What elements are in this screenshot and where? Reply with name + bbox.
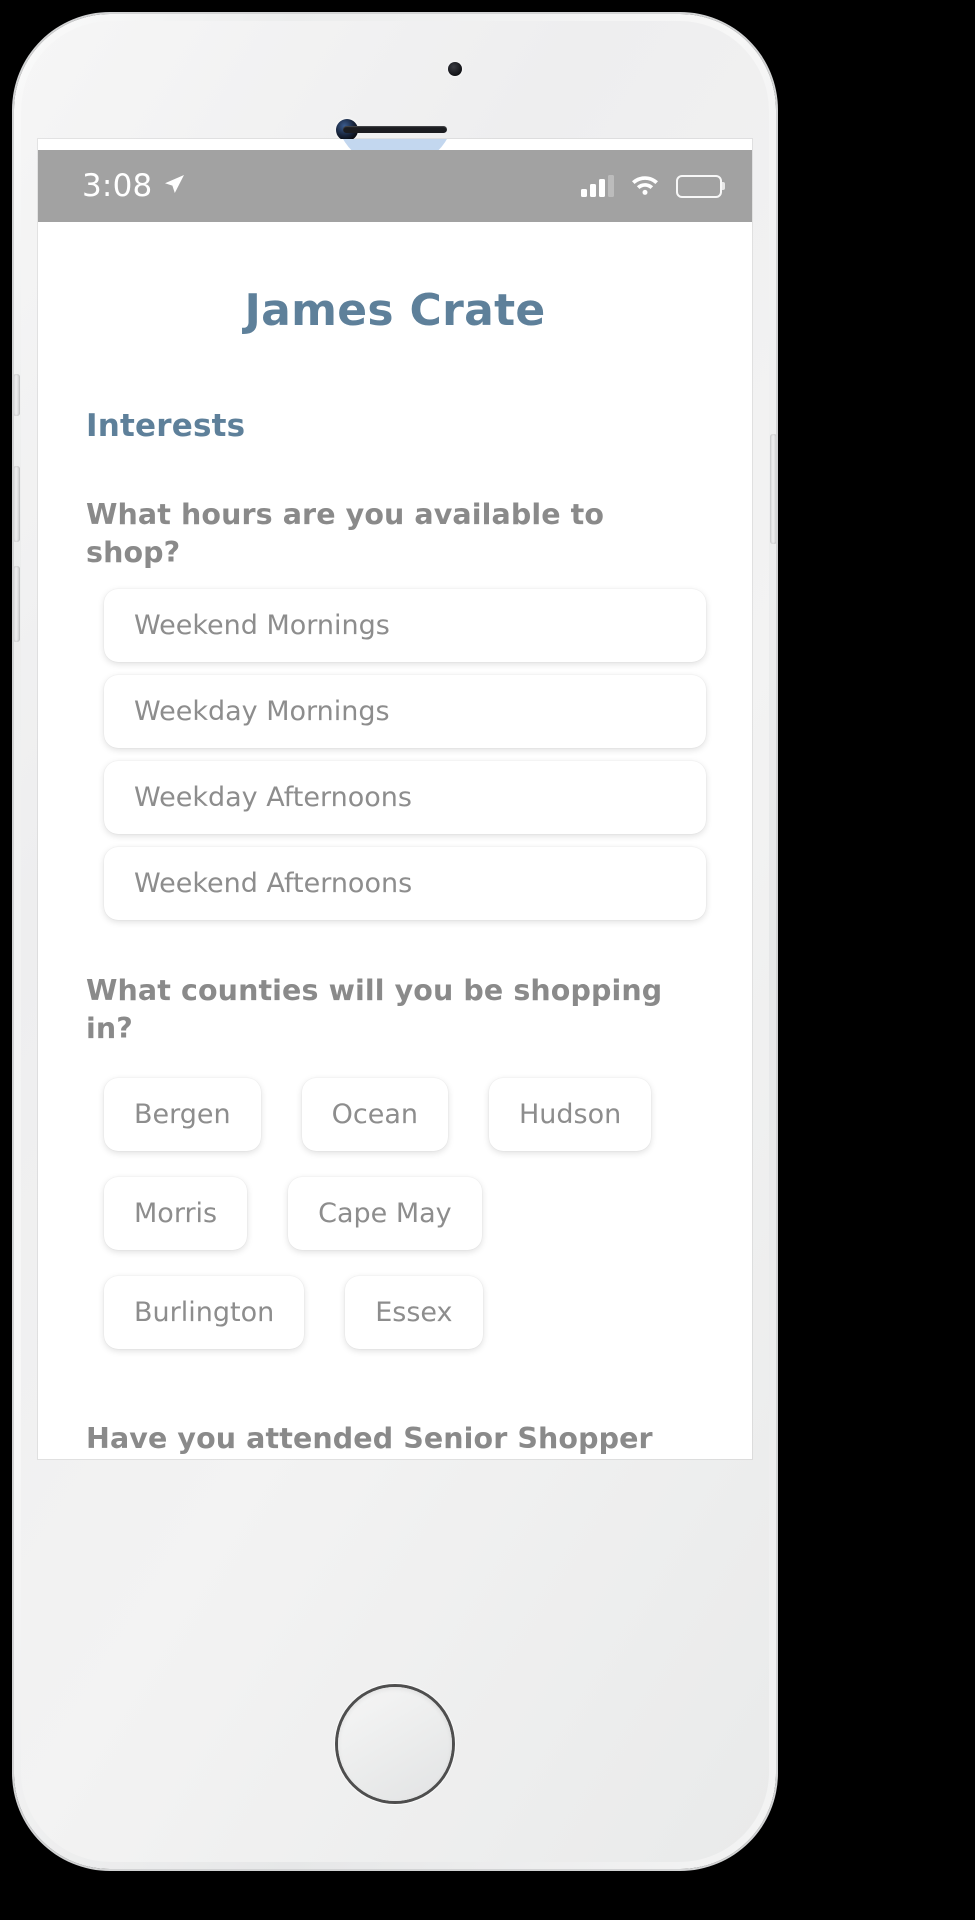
status-bar-right — [581, 173, 725, 199]
status-bar: 3:08 — [38, 150, 752, 222]
battery-full-icon — [676, 174, 725, 198]
location-arrow-icon — [162, 168, 186, 204]
option-chip-list-hours: Weekend Mornings Weekday Mornings Weekda… — [84, 588, 706, 920]
app-content-scroll-area[interactable]: James Crate Interests What hours are you… — [38, 222, 752, 1459]
home-button[interactable] — [338, 1687, 452, 1801]
option-chip-list-counties: Bergen Ocean Hudson Morris Cape May Burl… — [84, 1065, 706, 1362]
option-chip[interactable]: Essex — [345, 1275, 483, 1349]
option-chip[interactable]: Bergen — [104, 1077, 261, 1151]
option-chip[interactable]: Weekend Afternoons — [104, 846, 706, 920]
question-block-counties: What counties will you be shopping in? B… — [84, 972, 706, 1362]
question-label: Have you attended Senior Shopper orienta… — [86, 1421, 653, 1455]
phone-screen: 3:08 James Crate Interests What hours ar… — [38, 139, 752, 1459]
power-button[interactable] — [770, 434, 776, 544]
phone-device-frame: 3:08 James Crate Interests What hours ar… — [14, 14, 776, 1869]
cellular-signal-icon — [581, 175, 614, 197]
page-title: James Crate — [244, 285, 546, 336]
option-chip[interactable]: Cape May — [288, 1176, 482, 1250]
section-heading-interests: Interests — [86, 408, 246, 444]
option-chip[interactable]: Morris — [104, 1176, 248, 1250]
question-label: What counties will you be shopping in? — [86, 973, 663, 1046]
option-chip[interactable]: Hudson — [489, 1077, 652, 1151]
earpiece-speaker-icon — [343, 126, 447, 133]
option-chip[interactable]: Weekday Afternoons — [104, 760, 706, 834]
wifi-icon — [630, 173, 660, 199]
status-time-label: 3:08 — [82, 168, 153, 204]
proximity-sensor-icon — [448, 62, 462, 76]
question-label: What hours are you available to shop? — [86, 498, 605, 570]
volume-down-button[interactable] — [14, 566, 20, 642]
silent-switch-button[interactable] — [14, 374, 20, 416]
option-chip[interactable]: Ocean — [301, 1077, 448, 1151]
question-block-orientation: Have you attended Senior Shopper orienta… — [84, 1420, 706, 1459]
option-chip[interactable]: Burlington — [104, 1275, 305, 1349]
option-chip[interactable]: Weekend Mornings — [104, 588, 706, 662]
question-block-hours: What hours are you available to shop? We… — [84, 496, 706, 920]
option-chip[interactable]: Weekday Mornings — [104, 674, 706, 748]
volume-up-button[interactable] — [14, 466, 20, 542]
status-bar-left: 3:08 — [82, 168, 186, 204]
